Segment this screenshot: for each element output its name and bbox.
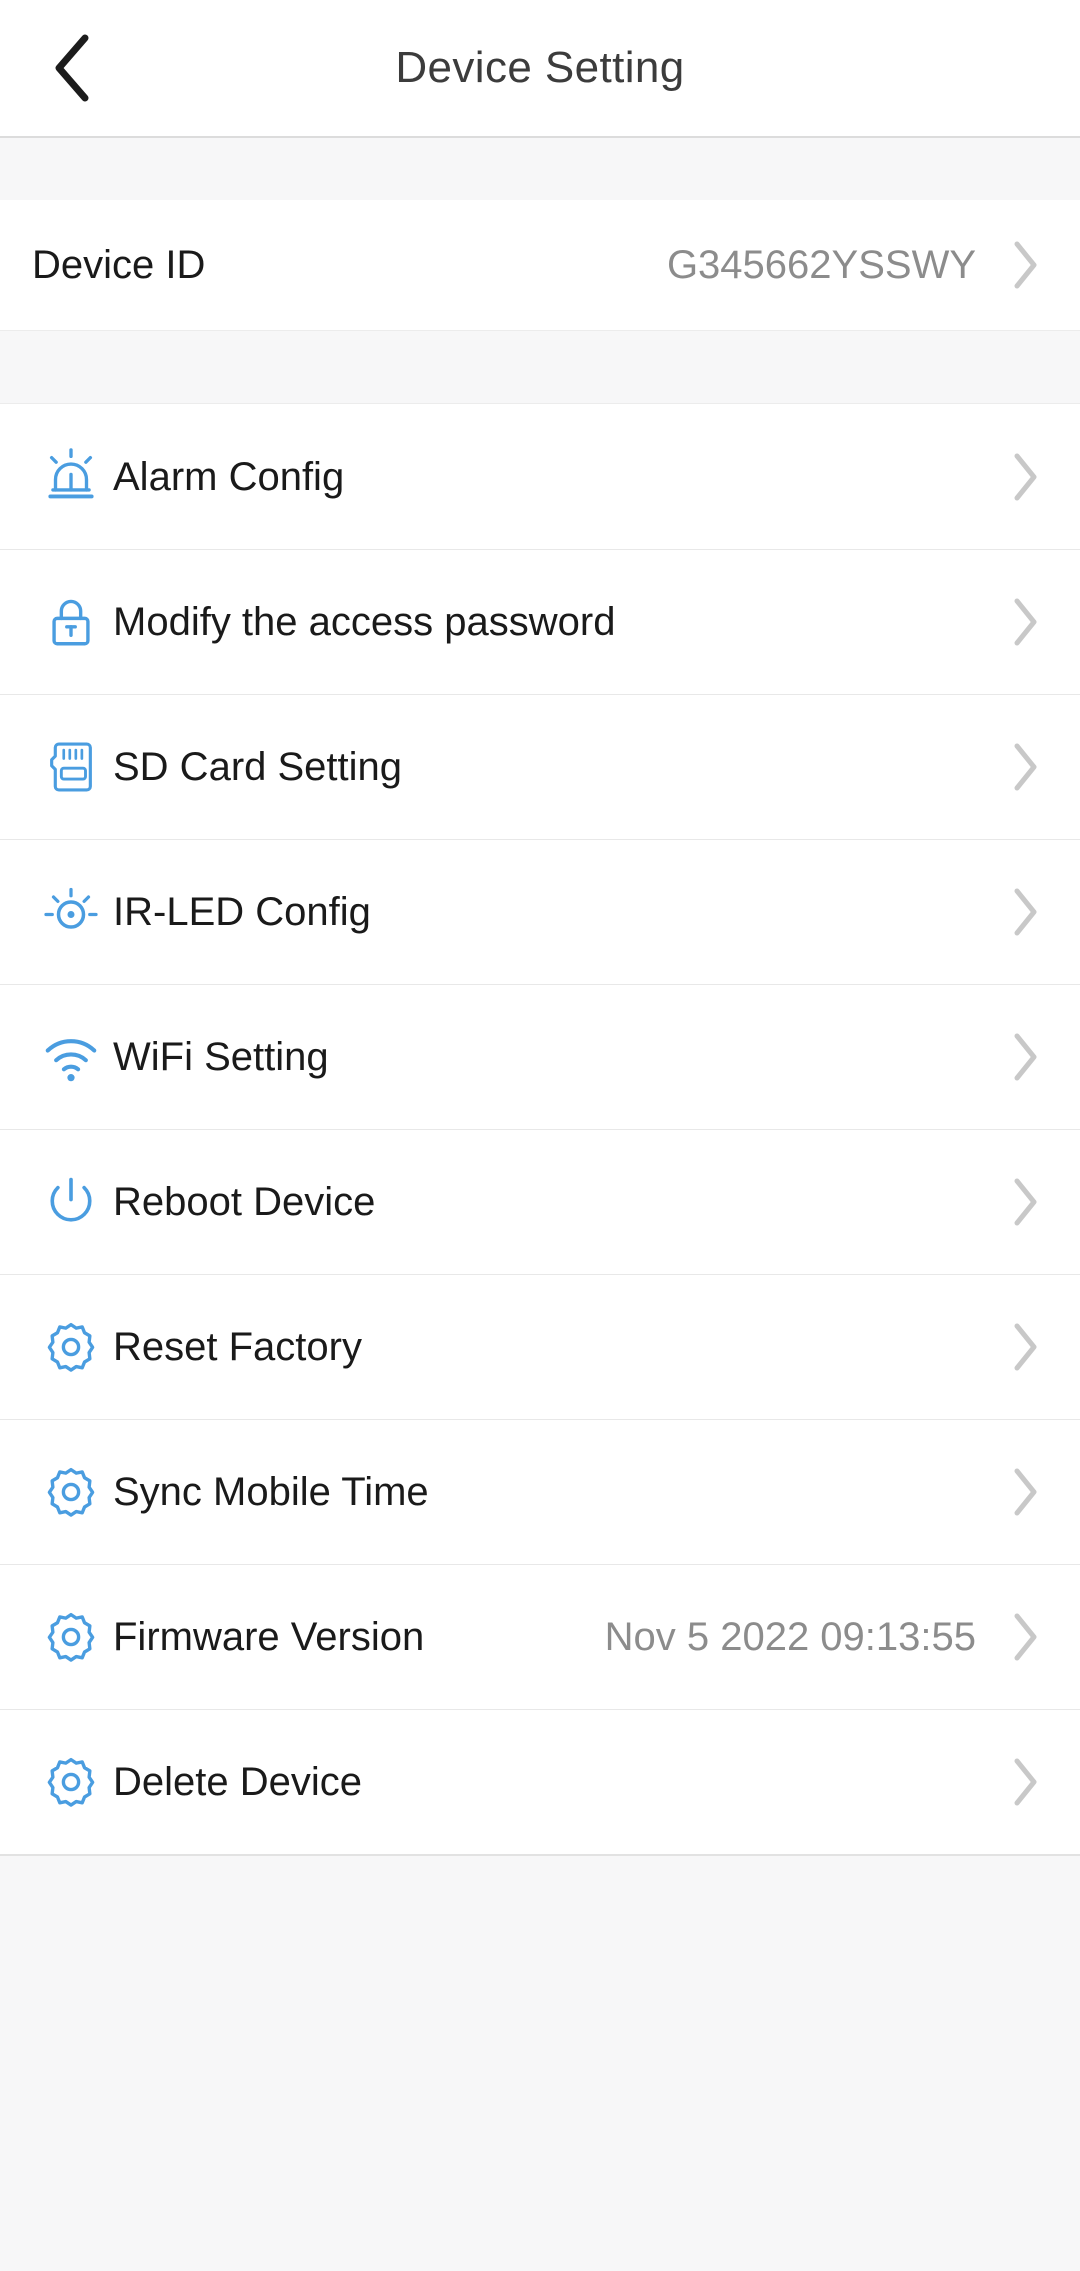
- menu-row-reset-factory[interactable]: Reset Factory: [0, 1274, 1080, 1419]
- gear-icon: [32, 1743, 110, 1821]
- chevron-right-icon: [1002, 888, 1048, 936]
- gear-icon: [32, 1598, 110, 1676]
- menu-row-sync-mobile-time[interactable]: Sync Mobile Time: [0, 1419, 1080, 1564]
- menu-row-ir-led-config[interactable]: IR-LED Config: [0, 839, 1080, 984]
- page-title: Device Setting: [395, 43, 685, 92]
- app-header: Device Setting: [0, 0, 1080, 138]
- device-id-label: Device ID: [32, 243, 206, 287]
- menu-row-label: Alarm Config: [113, 454, 345, 499]
- menu-row-reboot-device[interactable]: Reboot Device: [0, 1129, 1080, 1274]
- chevron-left-icon: [49, 32, 95, 104]
- menu-row-firmware-version[interactable]: Firmware Version Nov 5 2022 09:13:55: [0, 1564, 1080, 1709]
- wifi-icon: [32, 1018, 110, 1096]
- lock-icon: [32, 583, 110, 661]
- menu-row-modify-the-access-password[interactable]: Modify the access password: [0, 549, 1080, 694]
- chevron-right-icon: [1002, 1613, 1048, 1661]
- chevron-right-icon: [1002, 743, 1048, 791]
- bottom-filler: [0, 1855, 1080, 2271]
- chevron-right-icon: [1002, 1033, 1048, 1081]
- menu-row-label: Reset Factory: [113, 1325, 362, 1369]
- menu-row-delete-device[interactable]: Delete Device: [0, 1709, 1080, 1854]
- menu-row-label: IR-LED Config: [113, 890, 371, 934]
- menu-row-label: WiFi Setting: [113, 1035, 329, 1079]
- menu-row-label: Delete Device: [113, 1760, 363, 1804]
- chevron-right-icon: [1002, 1468, 1048, 1516]
- settings-menu-list: Alarm Config Modify the access password SD…: [0, 404, 1080, 1855]
- power-icon: [32, 1163, 110, 1241]
- menu-row-label: Sync Mobile Time: [113, 1470, 429, 1514]
- brightness-sun-icon: [32, 873, 110, 951]
- chevron-right-icon: [1002, 453, 1048, 500]
- gear-icon: [32, 1308, 110, 1386]
- menu-row-label: SD Card Setting: [113, 745, 403, 789]
- gear-icon: [32, 1453, 110, 1531]
- menu-row-label: Reboot Device: [113, 1180, 376, 1224]
- sd-card-icon: [32, 728, 110, 806]
- device-id-row[interactable]: Device ID G345662YSSWY: [0, 200, 1080, 330]
- menu-row-sd-card-setting[interactable]: SD Card Setting: [0, 694, 1080, 839]
- device-setting-screen: Device Setting Device ID G345662YSSWY Al…: [0, 0, 1080, 2271]
- chevron-right-icon: [1002, 1758, 1048, 1806]
- chevron-right-icon: [1002, 1178, 1048, 1226]
- chevron-right-icon: [1002, 598, 1048, 646]
- alarm-siren-icon: [32, 438, 110, 516]
- section-spacer: [0, 330, 1080, 404]
- menu-row-value: Nov 5 2022 09:13:55: [604, 1615, 976, 1659]
- menu-row-alarm-config[interactable]: Alarm Config: [0, 404, 1080, 549]
- chevron-right-icon: [1002, 1323, 1048, 1371]
- menu-row-wifi-setting[interactable]: WiFi Setting: [0, 984, 1080, 1129]
- menu-row-label: Modify the access password: [113, 600, 616, 644]
- menu-row-label: Firmware Version: [113, 1615, 425, 1659]
- back-button[interactable]: [28, 24, 116, 112]
- header-spacer: [0, 138, 1080, 200]
- device-id-value: G345662YSSWY: [666, 243, 976, 287]
- chevron-right-icon: [1002, 241, 1048, 289]
